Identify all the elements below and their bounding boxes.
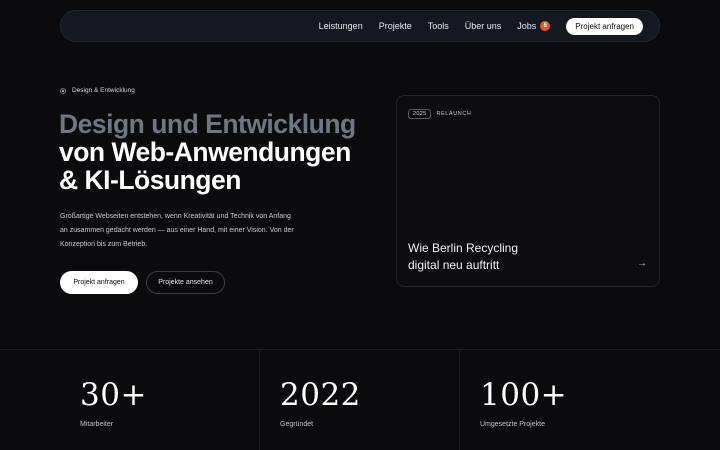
target-dot-icon (60, 87, 66, 94)
case-title: Wie Berlin Recycling digital neu auftrit… (408, 240, 608, 274)
nav-link-projekte[interactable]: Projekte (379, 21, 412, 31)
stat-employees: 30+ Mitarbeiter (60, 350, 260, 450)
nav-link-jobs[interactable]: Jobs 6 (517, 21, 551, 31)
case-title-line-1: Wie Berlin Recycling (408, 241, 519, 255)
headline-line-2: von Web-Anwendungen (59, 137, 351, 167)
hero-intro-text: Großartige Webseiten entstehen, wenn Kre… (60, 213, 294, 248)
case-title-line-2: digital neu auftritt (408, 258, 500, 272)
case-tags: 2025 RELAUNCH (408, 109, 472, 119)
stat-founded: 2022 Gegründet (260, 350, 460, 450)
stat-label: Gegründet (280, 421, 314, 428)
arrow-right-icon[interactable]: → (637, 258, 647, 269)
nav-link-ueber-uns[interactable]: Über uns (465, 21, 502, 31)
project-request-button[interactable]: Projekt anfragen (60, 271, 138, 294)
case-category-tag: RELAUNCH (436, 111, 472, 117)
nav-link-leistungen[interactable]: Leistungen (319, 21, 363, 31)
stat-projects: 100+ Umgesetzte Projekte (460, 350, 720, 450)
headline-line-1: Design und Entwicklung (59, 109, 356, 139)
nav-links: Leistungen Projekte Tools Über uns Jobs … (319, 21, 551, 31)
hero-headline: Design und Entwicklung von Web-Anwendung… (59, 110, 356, 194)
view-projects-button[interactable]: Projekte ansehen (146, 271, 225, 294)
nav-link-tools[interactable]: Tools (428, 21, 449, 31)
stat-value: 100+ (480, 377, 568, 413)
stat-value: 2022 (280, 377, 361, 413)
nav-link-jobs-label: Jobs (517, 21, 537, 31)
top-navigation: Leistungen Projekte Tools Über uns Jobs … (60, 10, 660, 42)
stat-label: Umgesetzte Projekte (480, 421, 545, 428)
headline-line-3: & KI-Lösungen (59, 165, 241, 195)
hero-eyebrow-label: Design & Entwicklung (72, 87, 135, 94)
stat-label: Mitarbeiter (80, 421, 114, 428)
stat-value: 30+ (80, 377, 147, 413)
hero-eyebrow: Design & Entwicklung (60, 87, 135, 94)
nav-project-request-button[interactable]: Projekt anfragen (566, 17, 643, 35)
jobs-count-badge: 6 (540, 21, 551, 31)
featured-case-card[interactable]: 2025 RELAUNCH Wie Berlin Recycling digit… (396, 95, 660, 287)
stats-row: 30+ Mitarbeiter 2022 Gegründet 100+ Umge… (0, 349, 720, 450)
case-year-pill: 2025 (408, 109, 432, 119)
